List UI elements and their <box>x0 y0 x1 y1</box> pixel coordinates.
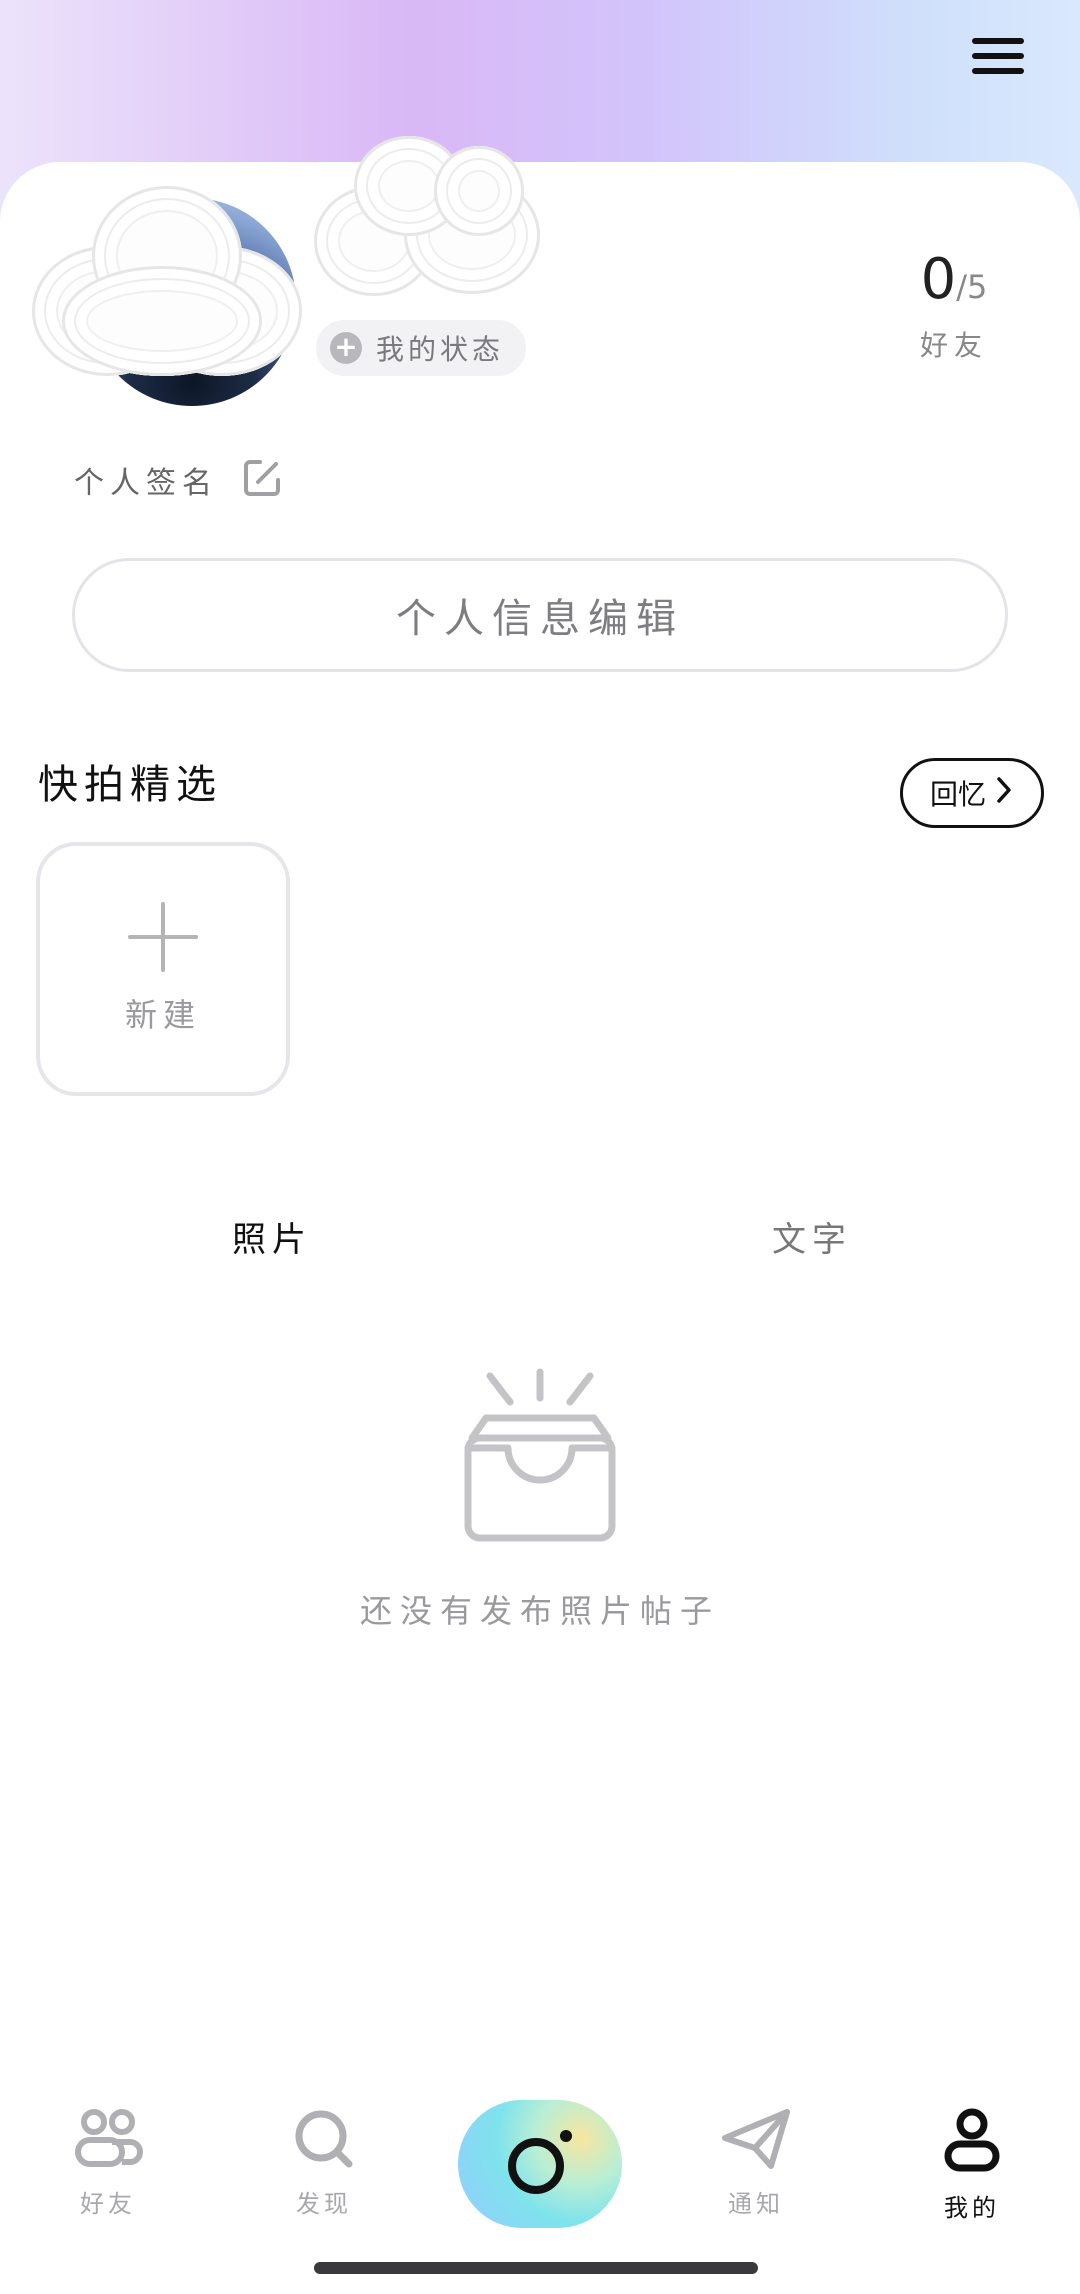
nav-notifications[interactable]: 通知 <box>686 2108 826 2219</box>
my-status-button[interactable]: + 我的状态 <box>316 320 527 376</box>
nav-mine-label: 我的 <box>944 2194 1000 2222</box>
edit-profile-button[interactable]: 个人信息编辑 <box>72 558 1008 672</box>
signature-label: 个人签名 <box>74 466 218 501</box>
tab-text[interactable]: 文字 <box>772 1212 852 1261</box>
tab-text-label: 文字 <box>772 1220 852 1260</box>
search-icon <box>293 2110 355 2174</box>
nav-notifications-label: 通知 <box>728 2190 784 2218</box>
status-label: 我的状态 <box>376 333 505 366</box>
signature-edit[interactable]: 个人签名 <box>74 456 284 504</box>
camera-icon <box>500 2122 580 2206</box>
nav-mine[interactable]: 我的 <box>902 2108 1042 2223</box>
memories-label: 回忆 <box>929 778 986 811</box>
chevron-right-icon <box>994 776 1014 811</box>
friends-max: /5 <box>956 268 988 306</box>
empty-state-message: 还没有发布照片帖子 <box>359 1592 720 1630</box>
add-status-icon: + <box>330 332 362 364</box>
friends-counter[interactable]: 0/5 好友 <box>920 250 988 364</box>
camera-button[interactable] <box>458 2100 622 2228</box>
nav-discover-label: 发现 <box>296 2190 352 2218</box>
tab-photos[interactable]: 照片 <box>232 1212 312 1278</box>
memories-button[interactable]: 回忆 <box>900 758 1044 828</box>
nav-friends[interactable]: 好友 <box>38 2108 178 2219</box>
friends-count: 0 <box>920 247 957 312</box>
user-icon <box>942 2108 1002 2178</box>
plus-icon <box>128 902 198 972</box>
friends-icon <box>72 2109 144 2174</box>
paper-plane-icon <box>721 2109 791 2174</box>
edit-icon <box>240 456 284 504</box>
new-highlight-button[interactable]: 新建 <box>36 842 290 1096</box>
nav-discover[interactable]: 发现 <box>254 2108 394 2219</box>
hamburger-menu-icon[interactable] <box>972 38 1024 86</box>
tab-photos-label: 照片 <box>232 1220 312 1260</box>
new-highlight-label: 新建 <box>124 996 201 1034</box>
empty-inbox-icon <box>458 1368 622 1552</box>
friends-label: 好友 <box>919 329 988 362</box>
username-privacy-overlay <box>314 136 540 296</box>
avatar-privacy-overlay <box>32 186 302 376</box>
nav-friends-label: 好友 <box>80 2190 136 2218</box>
highlights-title: 快拍精选 <box>38 762 222 808</box>
friends-count-row: 0/5 <box>920 250 988 310</box>
home-indicator <box>314 2262 758 2274</box>
